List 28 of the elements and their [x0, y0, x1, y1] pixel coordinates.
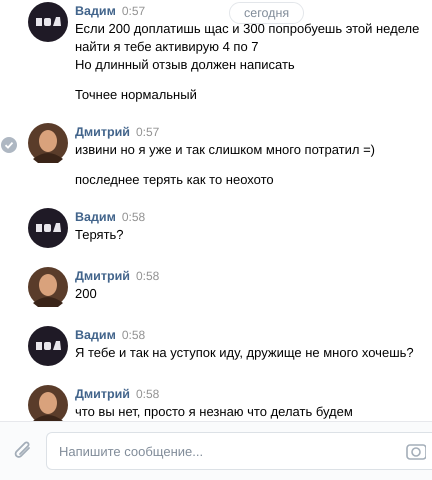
avatar-icon [28, 2, 68, 42]
message-time: 0:58 [122, 328, 146, 342]
avatar-icon [28, 208, 68, 248]
avatar-icon [28, 123, 68, 163]
message-time: 0:58 [122, 210, 146, 224]
message-input[interactable]: Напишите сообщение... [46, 432, 432, 470]
message-text: что вы нет, просто я незнаю что делать будем [75, 403, 354, 421]
author-name[interactable]: Вадим [75, 328, 116, 342]
date-divider: сегодня [229, 2, 304, 24]
message-time: 0:57 [122, 4, 146, 18]
author-name[interactable]: Вадим [75, 210, 116, 224]
author-name[interactable]: Дмитрий [75, 387, 130, 401]
author-name[interactable]: Дмитрий [75, 125, 130, 139]
message-time: 0:57 [136, 125, 160, 139]
avatar-icon [28, 326, 68, 366]
message-text: извини но я уже и так слишком много потратил =) [75, 141, 376, 159]
message-time: 0:58 [136, 387, 160, 401]
author-name[interactable]: Дмитрий [75, 269, 130, 283]
avatar-icon [28, 267, 68, 307]
select-check-icon[interactable] [1, 137, 17, 153]
author-name[interactable]: Вадим [75, 4, 116, 18]
message-text: последнее терять как то неохото [75, 171, 275, 189]
message-text: Точнее нормальный [75, 86, 198, 104]
message-text: Я тебе и так на уступок иду, дружище не много хочешь? [75, 344, 415, 362]
camera-icon[interactable] [406, 442, 426, 460]
message-text: 200 [75, 285, 98, 303]
message-text: Терять? [75, 226, 125, 244]
message-time: 0:58 [136, 269, 160, 283]
